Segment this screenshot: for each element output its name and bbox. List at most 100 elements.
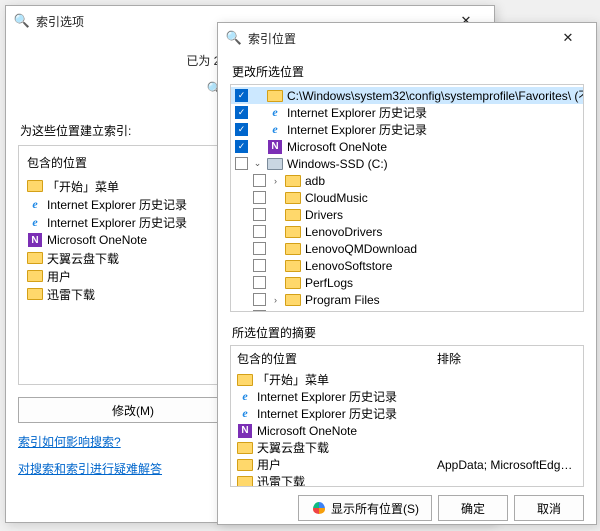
tree-node-label: Internet Explorer 历史记录 bbox=[287, 104, 427, 121]
summary-row-label: Internet Explorer 历史记录 bbox=[257, 388, 397, 405]
summary-row[interactable]: 用户 AppData; MicrosoftEdgeBackups... bbox=[231, 456, 583, 473]
checkbox[interactable] bbox=[253, 225, 266, 238]
tree-node[interactable]: PerfLogs bbox=[231, 274, 583, 291]
tree-node[interactable]: CloudMusic bbox=[231, 189, 583, 206]
folder-icon bbox=[237, 474, 253, 488]
tree-node-label: Program Files bbox=[305, 293, 380, 307]
tree-node[interactable]: LenovoSoftstore bbox=[231, 257, 583, 274]
ie-icon bbox=[237, 406, 253, 422]
ie-icon bbox=[27, 196, 43, 212]
ie-icon bbox=[237, 389, 253, 405]
ie-icon bbox=[267, 122, 283, 138]
locations-tree[interactable]: ✓ C:\Windows\system32\config\systemprofil… bbox=[230, 84, 584, 312]
checkbox[interactable] bbox=[253, 259, 266, 272]
checkbox[interactable] bbox=[253, 293, 266, 306]
list-item-label: 迅雷下载 bbox=[47, 286, 95, 303]
summary-row-label: Internet Explorer 历史记录 bbox=[257, 405, 397, 422]
tree-node-label: Drivers bbox=[305, 208, 343, 222]
expand-twisty[interactable]: ⌄ bbox=[252, 158, 263, 169]
folder-icon bbox=[27, 268, 43, 284]
tree-node-label: C:\Windows\system32\config\systemprofile… bbox=[287, 87, 584, 104]
list-item-label: Internet Explorer 历史记录 bbox=[47, 214, 187, 231]
tree-node[interactable]: ✓Internet Explorer 历史记录 bbox=[231, 121, 583, 138]
summary-row[interactable]: 天翼云盘下载 bbox=[231, 439, 583, 456]
ok-button[interactable]: 确定 bbox=[438, 495, 508, 521]
tree-node-label: PerfLogs bbox=[305, 276, 353, 290]
summary-row[interactable]: Internet Explorer 历史记录 bbox=[231, 388, 583, 405]
tree-node[interactable]: ✓ Microsoft OneNote bbox=[231, 138, 583, 155]
list-item-label: 「开始」菜单 bbox=[47, 178, 119, 195]
search-icon bbox=[226, 30, 242, 46]
folder-icon bbox=[285, 241, 301, 257]
summary-row[interactable]: 迅雷下载 bbox=[231, 473, 583, 487]
ie-icon bbox=[27, 214, 43, 230]
folder-icon bbox=[285, 190, 301, 206]
indexed-locations-dialog: 索引位置 ✕ 更改所选位置 ✓ C:\Windows\system32\confi… bbox=[217, 22, 597, 525]
tree-node-label: LenovoQMDownload bbox=[305, 242, 417, 256]
tree-node[interactable]: › Program Files bbox=[231, 291, 583, 308]
checkbox[interactable]: ✓ bbox=[235, 123, 248, 136]
modify-button[interactable]: 修改(M) bbox=[18, 397, 248, 423]
folder-icon bbox=[27, 250, 43, 266]
list-item-label: Internet Explorer 历史记录 bbox=[47, 196, 187, 213]
tree-node[interactable]: › adb bbox=[231, 172, 583, 189]
list-item-label: 天翼云盘下载 bbox=[47, 250, 119, 267]
checkbox[interactable]: ✓ bbox=[235, 140, 248, 153]
checkbox[interactable] bbox=[235, 157, 248, 170]
summary-col-included: 包含的位置 bbox=[237, 350, 437, 367]
checkbox[interactable] bbox=[253, 242, 266, 255]
folder-icon bbox=[27, 178, 43, 194]
checkbox[interactable] bbox=[253, 276, 266, 289]
folder-icon bbox=[237, 372, 253, 388]
summary-box: 包含的位置 排除 「开始」菜单Internet Explorer 历史记录Int… bbox=[230, 345, 584, 487]
summary-row[interactable]: Microsoft OneNote bbox=[231, 422, 583, 439]
tree-node-label: Microsoft OneNote bbox=[287, 140, 387, 154]
tree-node[interactable]: ›Program Files (x86) bbox=[231, 308, 583, 312]
cancel-button[interactable]: 取消 bbox=[514, 495, 584, 521]
tree-node-label: Windows-SSD (C:) bbox=[287, 157, 388, 171]
summary-row-label: Microsoft OneNote bbox=[257, 424, 357, 438]
folder-icon bbox=[285, 275, 301, 291]
tree-node[interactable]: LenovoDrivers bbox=[231, 223, 583, 240]
tree-node[interactable]: ⌄ Windows-SSD (C:) bbox=[231, 155, 583, 172]
folder-icon bbox=[285, 224, 301, 240]
folder-icon bbox=[285, 292, 301, 308]
folder-icon bbox=[285, 258, 301, 274]
summary-row[interactable]: Internet Explorer 历史记录 bbox=[231, 405, 583, 422]
checkbox[interactable] bbox=[253, 208, 266, 221]
expand-twisty[interactable]: › bbox=[270, 295, 281, 305]
summary-row-label: 用户 bbox=[257, 456, 281, 473]
tree-node[interactable]: Drivers bbox=[231, 206, 583, 223]
tree-node-label: LenovoSoftstore bbox=[305, 259, 392, 273]
expand-twisty[interactable]: › bbox=[270, 176, 281, 186]
checkbox[interactable] bbox=[253, 174, 266, 187]
drive-icon bbox=[267, 156, 283, 172]
tree-node[interactable]: ✓ Internet Explorer 历史记录 bbox=[231, 104, 583, 121]
titlebar[interactable]: 索引位置 ✕ bbox=[218, 23, 596, 53]
list-item-label: Microsoft OneNote bbox=[47, 233, 147, 247]
onenote-icon bbox=[237, 423, 253, 439]
dialog-title: 索引位置 bbox=[248, 30, 548, 47]
summary-row[interactable]: 「开始」菜单 bbox=[231, 371, 583, 388]
checkbox[interactable]: ✓ bbox=[235, 89, 248, 102]
change-locations-label: 更改所选位置 bbox=[232, 63, 584, 80]
summary-col-exclude: 排除 bbox=[437, 350, 577, 367]
ie-icon bbox=[267, 105, 283, 121]
tree-node[interactable]: ✓ C:\Windows\system32\config\systemprofil… bbox=[231, 87, 583, 104]
expand-twisty[interactable]: › bbox=[270, 312, 281, 313]
onenote-icon bbox=[27, 232, 43, 248]
onenote-icon bbox=[267, 139, 283, 155]
summary-label: 所选位置的摘要 bbox=[232, 324, 584, 341]
close-icon[interactable]: ✕ bbox=[548, 24, 588, 52]
show-all-locations-label: 显示所有位置(S) bbox=[331, 500, 419, 517]
tree-node[interactable]: LenovoQMDownload bbox=[231, 240, 583, 257]
folder-icon bbox=[285, 207, 301, 223]
checkbox[interactable] bbox=[253, 191, 266, 204]
tree-node-label: adb bbox=[305, 174, 325, 188]
tree-node-label: CloudMusic bbox=[305, 191, 368, 205]
summary-row-exclude: AppData; MicrosoftEdgeBackups... bbox=[437, 458, 577, 472]
checkbox[interactable] bbox=[253, 310, 266, 312]
search-icon bbox=[14, 13, 30, 29]
show-all-locations-button[interactable]: 显示所有位置(S) bbox=[298, 495, 432, 521]
checkbox[interactable]: ✓ bbox=[235, 106, 248, 119]
